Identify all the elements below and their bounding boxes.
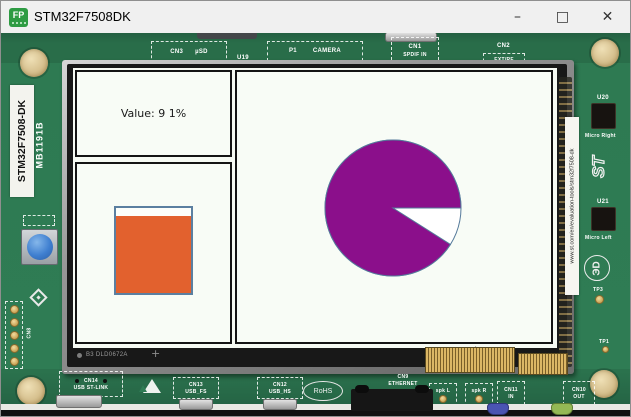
tp3-label: TP3 (593, 287, 603, 293)
stlink-outline: CN14 USB ST-LINK (59, 371, 123, 397)
app-icon-label: FP (13, 11, 25, 20)
board-name-label: STM32F7508-DK (16, 100, 28, 182)
ethernet-label: ETHERNET (388, 381, 417, 387)
spk-l-pad (439, 395, 447, 403)
touch-display[interactable]: Value: 9 1% (73, 68, 557, 348)
title-bar[interactable]: FP STM32F7508DK – □ ✕ (1, 1, 630, 33)
cn2-label: CN2 (497, 43, 510, 50)
camera-label: CAMERA (313, 48, 341, 55)
screw-hole (591, 39, 619, 67)
tp1-pad (602, 346, 609, 353)
rohs-label: RoHS (314, 388, 333, 395)
diamond-mark (29, 288, 47, 306)
screw-dot (75, 379, 79, 383)
minimize-button[interactable]: – (496, 1, 539, 32)
usb-stlink-label: USB ST-LINK (74, 385, 109, 391)
spk-l-label: spk L (436, 388, 451, 394)
zif-connector (425, 347, 515, 373)
window-title: STM32F7508DK (34, 9, 131, 24)
reset-button[interactable] (21, 229, 58, 265)
ethernet-connector (351, 389, 433, 411)
app-window: FP STM32F7508DK – □ ✕ CN3 µSD U19 P1 CAM… (0, 0, 631, 417)
cn11-label: CN11 (504, 387, 518, 393)
cn10-outline: CN10 OUT (563, 381, 595, 405)
u21-label: U21 (597, 199, 609, 206)
bezel-dot (77, 353, 82, 358)
gauge-panel[interactable] (75, 162, 232, 344)
screw-dot (103, 379, 107, 383)
zif-connector (518, 353, 568, 375)
gauge-fill (116, 216, 191, 293)
usb-stlink-connector (56, 395, 102, 408)
micro-left-label: Micro Left (585, 235, 612, 241)
website-label: www.st.com/en/evaluation-tools/stm32f750… (569, 149, 575, 264)
micro-right-label: Micro Right (585, 133, 616, 139)
cn1-label: CN1 (409, 44, 422, 51)
usb-hs-connector (263, 399, 297, 410)
audio-out-jack (551, 403, 573, 415)
usd-slot-edge (197, 33, 257, 39)
cn13-label: CN13 (189, 382, 203, 388)
in-label: IN (508, 394, 514, 400)
bar-gauge (114, 206, 193, 295)
dev-board: CN3 µSD U19 P1 CAMERA CN1 SPDIF IN CN2 E… (1, 33, 631, 417)
audio-in-jack (487, 403, 509, 415)
usd-label: µSD (195, 49, 208, 56)
board-name-sticker: STM32F7508-DK (10, 85, 34, 197)
spk-r-pad (475, 395, 483, 403)
esd-triangle-icon (143, 379, 161, 393)
cn12-outline: CN12 USB_HS (257, 377, 303, 399)
button-outline (23, 215, 55, 226)
screw-hole (17, 377, 45, 405)
out-label: OUT (573, 394, 584, 400)
usb-fs-label: USB_FS (185, 389, 207, 395)
st-logo: ST (581, 147, 615, 187)
cn3-label: CN3 (170, 49, 183, 56)
reset-button-cap (27, 234, 53, 260)
cn11-outline: CN11 IN (497, 381, 525, 405)
spk-r-label: spk R (471, 388, 486, 394)
p1-label: P1 (289, 48, 297, 55)
pie-chart (318, 133, 468, 283)
mic-right-chip (591, 103, 616, 129)
cn12-label: CN12 (273, 382, 287, 388)
app-icon-dots (12, 22, 26, 24)
usb-hs-label: USB_HS (269, 389, 291, 395)
maximize-button[interactable]: □ (541, 1, 584, 32)
tp3-pad (595, 295, 604, 304)
close-button[interactable]: ✕ (586, 1, 629, 32)
cn10-label: CN10 (572, 387, 586, 393)
cn14-label: CN14 (84, 378, 98, 384)
pie-slice (325, 140, 461, 276)
pie-panel[interactable] (235, 70, 553, 344)
cn9-label: CN9 (398, 374, 409, 380)
mic-left-chip (591, 207, 616, 231)
rohs-mark: RoHS (303, 381, 343, 401)
board-rev-label: MB1191B (35, 121, 45, 168)
camera-outline: P1 CAMERA (267, 41, 363, 61)
cert-mark: ЭD (584, 255, 610, 281)
screw-hole (20, 49, 48, 77)
value-panel[interactable]: Value: 9 1% (75, 70, 232, 157)
spdif-in-label: SPDIF IN (403, 52, 427, 58)
cn8-label: CN8 (26, 328, 32, 339)
cn8-label-wrap: CN8 (24, 321, 34, 345)
u20-label: U20 (597, 95, 609, 102)
cn8-header (5, 301, 23, 369)
app-icon: FP (9, 8, 28, 27)
value-text: Value: 9 1% (121, 107, 186, 120)
board-rev: MB1191B (32, 95, 48, 195)
fiducial-cross: + (151, 347, 161, 360)
website-sticker: www.st.com/en/evaluation-tools/stm32f750… (565, 117, 579, 295)
cert-mark-text: ЭD (592, 261, 603, 275)
cn13-outline: CN13 USB_FS (173, 377, 219, 399)
st-logo-text: ST (589, 155, 608, 178)
tp1-label: TP1 (599, 339, 609, 345)
bezel-marking: B3 DLD0672A (86, 352, 128, 359)
usb-fs-connector (179, 399, 213, 410)
